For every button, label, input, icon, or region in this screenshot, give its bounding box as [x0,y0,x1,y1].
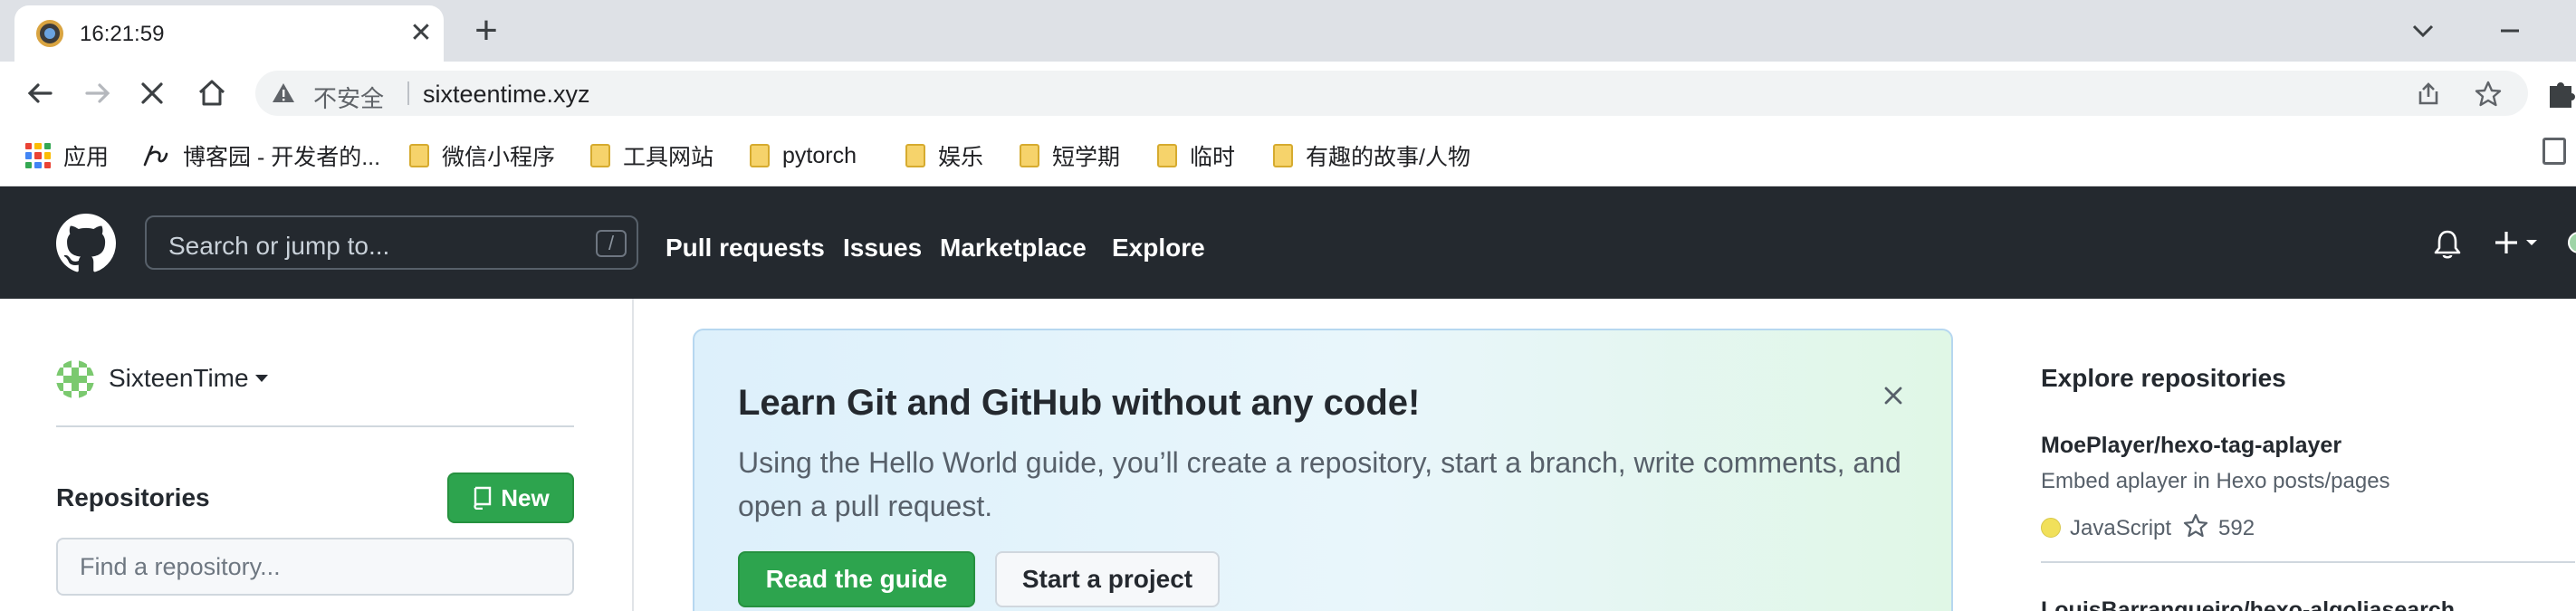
bookmark-label: pytorch [782,142,857,168]
bookmark-label: 应用 [63,145,110,170]
banner-title: Learn Git and GitHub without any code! [738,383,1421,423]
arrow-right-icon[interactable] [78,73,118,113]
bookmark-label: 临时 [1190,145,1236,170]
nav-pull-requests[interactable]: Pull requests [666,234,825,263]
github-logo-icon[interactable] [56,214,116,273]
nav-issues[interactable]: Issues [843,234,922,263]
new-button-label: New [501,483,550,511]
stop-loading-icon[interactable] [132,73,172,113]
warning-icon[interactable] [272,81,295,105]
browser-toolbar: 不安全 sixteentime.xyz [0,62,2576,125]
nav-marketplace[interactable]: Marketplace [940,234,1087,263]
repositories-heading: Repositories [56,483,210,511]
avatar[interactable] [56,360,94,398]
bell-icon[interactable] [2432,228,2463,261]
bookmark-label: 工具网站 [623,145,714,170]
security-label[interactable]: 不安全 [313,81,384,114]
bookmark-folder-temporary[interactable]: 临时 [1157,139,1235,172]
divider [2041,561,2575,563]
user-avatar[interactable] [2568,232,2576,253]
bookmark-cnblogs[interactable]: 博客园 - 开发者的... [141,139,380,172]
bookmark-folder-short-term[interactable]: 短学期 [1020,139,1120,172]
cnblogs-icon [143,145,168,167]
explore-repo-link[interactable]: MoePlayer/hexo-tag-aplayer [2041,433,2341,459]
bookmark-folder-wechat[interactable]: 微信小程序 [409,139,555,172]
minimize-icon[interactable] [2492,13,2528,49]
url-text[interactable]: sixteentime.xyz [423,81,590,109]
bookmark-label: 有趣的故事/人物 [1306,145,1470,170]
github-header: Search or jump to... / Pull requests Iss… [0,186,2576,299]
bookmark-label: 博客园 - 开发者的... [183,145,381,170]
repo-icon [474,486,492,510]
address-bar[interactable]: 不安全 sixteentime.xyz [255,71,2528,116]
create-new-dropdown[interactable] [2492,224,2546,261]
folder-icon [590,144,610,167]
language-label: JavaScript [2070,516,2172,540]
arrow-left-icon[interactable] [20,73,60,113]
star-count[interactable]: 592 [2218,516,2255,541]
read-the-guide-button[interactable]: Read the guide [738,551,975,607]
bookmark-label: 短学期 [1052,145,1121,170]
folder-icon [1020,144,1039,167]
search-placeholder: Search or jump to... [168,232,390,260]
close-icon[interactable] [1877,379,1910,412]
plus-dropdown-icon [2495,232,2537,253]
tab-title: 16:21:59 [80,22,165,46]
chevron-down-icon[interactable] [2405,13,2441,49]
explore-repo-link[interactable]: LouisBarranqueiro/hexo-algoliasearch [2041,597,2455,611]
folder-icon [1157,144,1177,167]
language-color-dot [2041,518,2061,538]
home-icon[interactable] [192,73,232,113]
apps-grid-icon [25,143,51,168]
close-icon[interactable]: ✕ [404,16,438,51]
new-tab-plus-icon[interactable]: + [464,9,509,54]
star-icon[interactable] [2474,80,2503,109]
divider [56,425,574,427]
bookmarks-bar: 应用 博客园 - 开发者的... 微信小程序 工具网站 pytorch 娱乐 短… [0,125,2576,186]
find-repository-input[interactable] [56,538,574,596]
bookmark-label: 娱乐 [938,145,984,170]
dashboard-sidebar: SixteenTime Repositories New [0,299,634,611]
bookmark-folder-tools[interactable]: 工具网站 [590,139,713,172]
explore-heading: Explore repositories [2041,364,2286,392]
share-icon[interactable] [2415,81,2442,108]
search-shortcut-key: / [596,230,627,257]
bookmark-folder-entertainment[interactable]: 娱乐 [905,139,983,172]
bookmark-apps[interactable]: 应用 [25,139,109,172]
browser-tab-strip: 16:21:59 ✕ + [0,0,2576,62]
start-a-project-button[interactable]: Start a project [995,551,1220,607]
nav-explore[interactable]: Explore [1112,234,1205,263]
star-icon[interactable] [2182,512,2209,539]
folder-icon [409,144,429,167]
bookmark-label: 微信小程序 [442,145,556,170]
other-bookmarks-icon[interactable] [2542,138,2566,165]
new-repository-button[interactable]: New [447,473,574,523]
bookmark-folder-pytorch[interactable]: pytorch [750,139,857,172]
browser-tab[interactable]: 16:21:59 ✕ [14,5,444,62]
github-search-input[interactable]: Search or jump to... / [145,215,638,270]
extensions-puzzle-icon[interactable] [2544,75,2576,111]
learn-git-banner: Learn Git and GitHub without any code! U… [693,329,1953,611]
folder-icon [905,144,925,167]
banner-description: Using the Hello World guide, you’ll crea… [738,446,1901,522]
folder-icon [750,144,770,167]
caret-down-icon[interactable] [255,375,268,382]
folder-icon [1273,144,1293,167]
explore-repositories: Explore repositories MoePlayer/hexo-tag-… [2039,299,2576,611]
site-favicon-icon [36,20,63,47]
bookmark-folder-stories[interactable]: 有趣的故事/人物 [1273,139,1470,172]
explore-repo-description: Embed aplayer in Hexo posts/pages [2041,469,2390,493]
context-switcher-username[interactable]: SixteenTime [109,364,249,393]
omnibox-divider [407,81,409,105]
